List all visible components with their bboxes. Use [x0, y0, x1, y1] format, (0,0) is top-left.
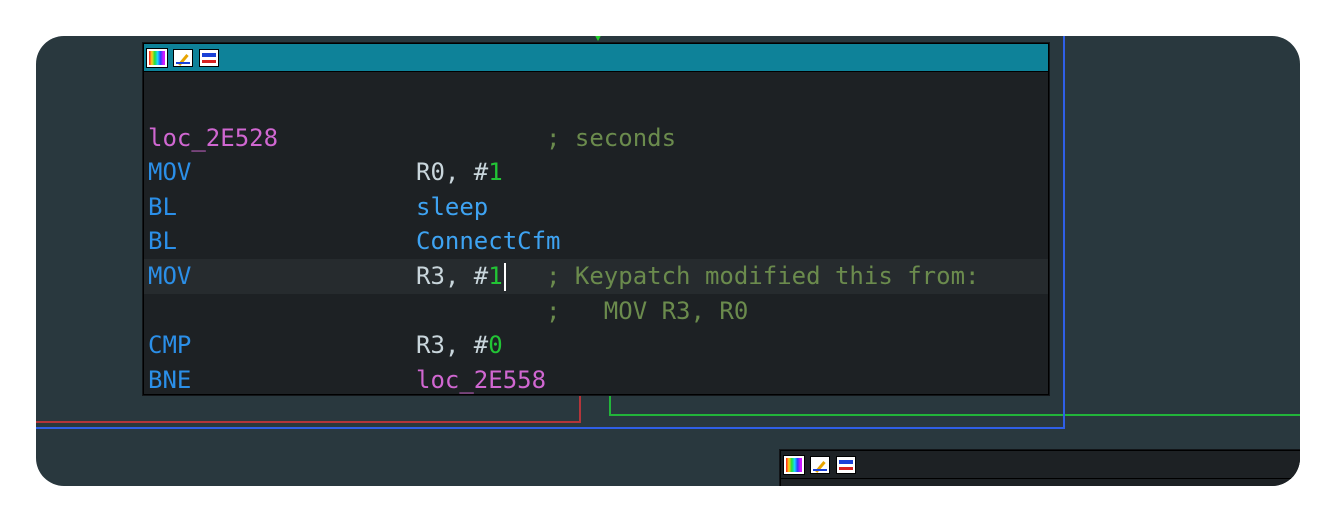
- operand-text: R3, #1: [416, 259, 506, 294]
- operand-immediate: 0: [488, 331, 503, 360]
- node-titlebar[interactable]: [144, 44, 1048, 72]
- mnemonic-text: BL: [148, 227, 177, 256]
- node-titlebar[interactable]: [781, 451, 1300, 479]
- branch-target-loc-2e558[interactable]: loc_2E558: [416, 363, 546, 398]
- operand-register: R3, #: [416, 331, 489, 360]
- code-node-secondary[interactable]: [780, 450, 1300, 486]
- edit-pen-icon[interactable]: [173, 48, 193, 67]
- graph-canvas[interactable]: loc_2E528 ; seconds MOV R0, #1 BL sleep …: [36, 36, 1300, 486]
- code-line-label[interactable]: loc_2E528 ; seconds: [144, 121, 1048, 156]
- mnemonic-text: BNE: [148, 365, 192, 394]
- code-line-bl-connectcfm[interactable]: BL ConnectCfm: [144, 224, 1048, 259]
- code-line-bl-sleep[interactable]: BL sleep: [144, 190, 1048, 225]
- edge-red-horizontal: [36, 421, 581, 423]
- graph-view-icon[interactable]: [199, 48, 219, 67]
- mnemonic-text: MOV: [148, 261, 192, 290]
- code-line-comment-continuation[interactable]: ; MOV R3, R0: [144, 294, 1048, 329]
- operand-immediate: 1: [488, 158, 503, 187]
- code-line-mov-r0[interactable]: MOV R0, #1: [144, 155, 1048, 190]
- call-target-sleep[interactable]: sleep: [416, 190, 488, 225]
- graph-view-icon[interactable]: [836, 455, 856, 474]
- edge-red-vertical: [579, 393, 581, 423]
- operand-text: R0, #1: [416, 155, 503, 190]
- code-line-mov-r3-selected[interactable]: MOV R3, #1 ; Keypatch modified this from…: [144, 258, 1048, 294]
- edge-blue-vertical: [1063, 36, 1065, 429]
- operand-register: R0, #: [416, 158, 489, 187]
- color-palette-icon[interactable]: [146, 47, 168, 68]
- mnemonic-text: MOV: [148, 158, 192, 187]
- code-line-cmp[interactable]: CMP R3, #0: [144, 328, 1048, 363]
- mnemonic-text: CMP: [148, 331, 192, 360]
- disassembly-listing[interactable]: loc_2E528 ; seconds MOV R0, #1 BL sleep …: [144, 72, 1048, 397]
- code-line-bne[interactable]: BNE loc_2E558: [144, 363, 1048, 398]
- mnemonic-text: BL: [148, 192, 177, 221]
- comment-text: ; Keypatch modified this from:: [546, 261, 980, 290]
- text-cursor: [503, 262, 506, 291]
- color-palette-icon[interactable]: [783, 454, 805, 475]
- edge-green-arrow-head: [593, 36, 603, 41]
- edge-green-horizontal: [609, 414, 1300, 416]
- code-node-loc-2e528[interactable]: loc_2E528 ; seconds MOV R0, #1 BL sleep …: [143, 43, 1049, 395]
- call-target-connectcfm[interactable]: ConnectCfm: [416, 224, 561, 259]
- label-text[interactable]: loc_2E528: [148, 121, 278, 156]
- operand-register: R3, #: [416, 261, 489, 290]
- edit-pen-icon[interactable]: [810, 455, 830, 474]
- code-line-blank[interactable]: [144, 86, 1048, 121]
- operand-immediate: 1: [488, 261, 503, 290]
- comment-text: ; seconds: [546, 123, 677, 152]
- operand-text: R3, #0: [416, 328, 503, 363]
- comment-text: ; MOV R3, R0: [546, 296, 749, 325]
